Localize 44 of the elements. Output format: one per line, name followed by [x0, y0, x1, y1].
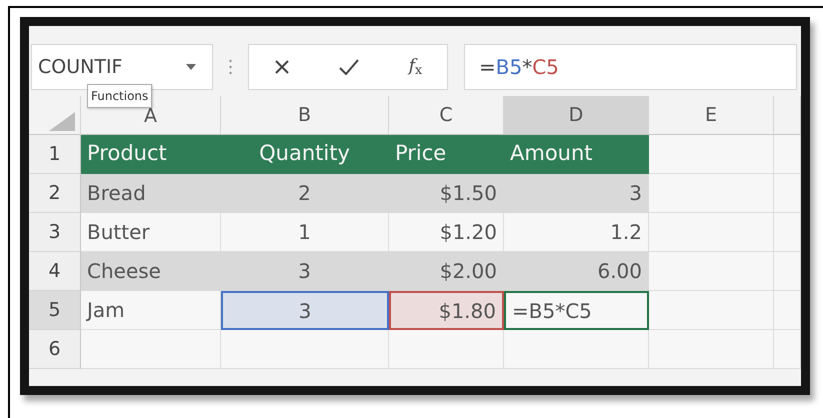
table-cell: Bread — [81, 174, 221, 213]
caret-icon — [186, 64, 196, 70]
table-cell — [774, 135, 801, 174]
table-cell: $1.20 — [389, 213, 504, 252]
column-header[interactable]: D — [504, 96, 649, 135]
table-cell — [774, 291, 801, 330]
table-cell: $1.50 — [389, 174, 504, 213]
row-header[interactable]: 3 — [29, 213, 81, 252]
table-cell: $1.80 — [389, 291, 504, 330]
table-cell: $2.00 — [389, 252, 504, 291]
column-header[interactable]: B — [221, 96, 389, 135]
table-cell: 6.00 — [504, 252, 649, 291]
table-cell: =B5*C5 — [504, 291, 649, 330]
table-cell: 1 — [221, 213, 389, 252]
table-cell — [774, 330, 801, 369]
row-header[interactable]: 5 — [29, 291, 81, 330]
header-cell: Amount — [504, 135, 649, 174]
table-cell: 3 — [221, 291, 389, 330]
column-header[interactable]: C — [389, 96, 504, 135]
row-header[interactable]: 6 — [29, 330, 81, 369]
check-icon[interactable] — [339, 59, 360, 75]
table-cell: 3 — [221, 252, 389, 291]
insert-function-button[interactable]: f$_{x}$ — [408, 54, 422, 80]
table-cell — [774, 174, 801, 213]
table-cell: 1.2 — [504, 213, 649, 252]
table-cell — [774, 252, 801, 291]
row-header[interactable]: 2 — [29, 174, 81, 213]
cancel-icon[interactable] — [274, 59, 290, 75]
row-header[interactable]: 4 — [29, 252, 81, 291]
header-cell: Quantity — [221, 135, 389, 174]
grip-icon — [229, 59, 232, 75]
name-box[interactable]: COUNTIF — [31, 44, 213, 90]
column-header[interactable]: E — [649, 96, 774, 135]
tooltip: Functions — [87, 84, 152, 108]
table-cell — [774, 213, 801, 252]
table-cell: Butter — [81, 213, 221, 252]
table-cell: Cheese — [81, 252, 221, 291]
header-cell: Product — [81, 135, 221, 174]
table-cell: Jam — [81, 291, 221, 330]
header-cell: Price — [389, 135, 504, 174]
row-header[interactable]: 1 — [29, 135, 81, 174]
formula-field[interactable]: =B5*C5 — [464, 44, 797, 90]
table-cell: 2 — [221, 174, 389, 213]
table-cell: 3 — [504, 174, 649, 213]
